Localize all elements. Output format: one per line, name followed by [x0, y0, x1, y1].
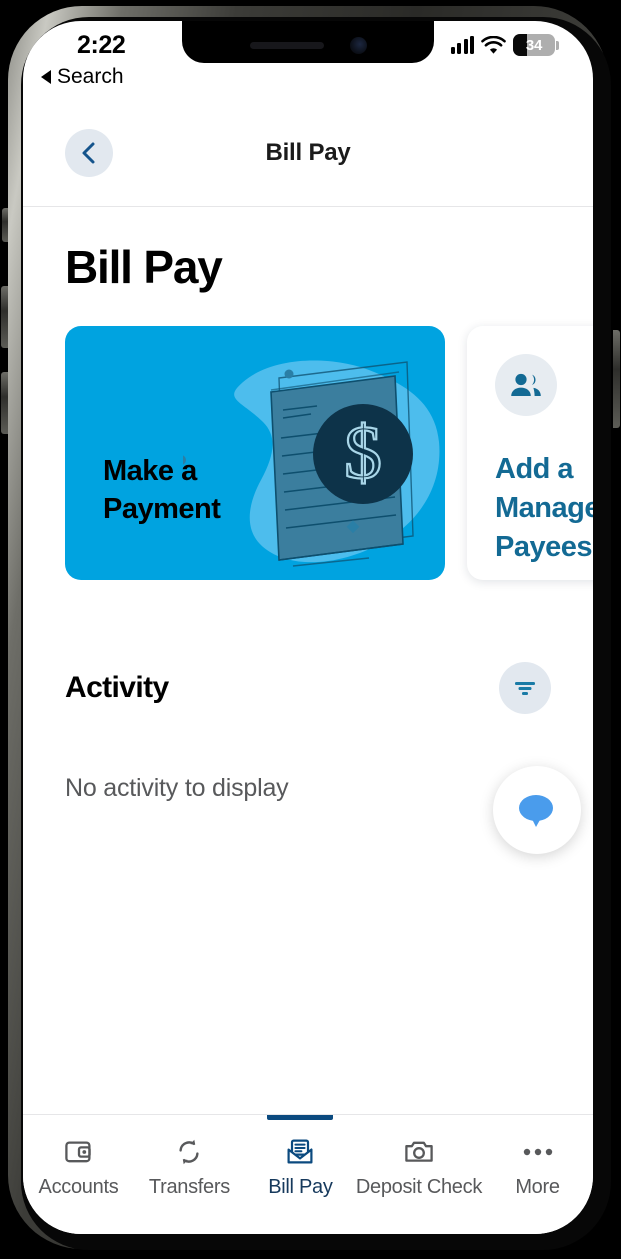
bottom-tab-bar: Accounts Transfers Bill Pay Deposit Chec… — [23, 1114, 593, 1234]
back-triangle-icon — [41, 70, 51, 84]
front-camera — [349, 36, 367, 54]
status-time: 2:22 — [77, 31, 126, 59]
tab-transfers-label: Transfers — [148, 1176, 230, 1198]
earpiece-speaker — [249, 41, 324, 49]
power-button[interactable] — [613, 330, 620, 428]
tab-more-label: More — [515, 1176, 560, 1198]
back-to-search-link[interactable]: Search — [41, 65, 124, 89]
filter-funnel-icon — [515, 682, 535, 695]
activity-title: Activity — [65, 671, 169, 704]
make-a-payment-card[interactable]: $ Make a Payment — [65, 326, 445, 580]
svg-text:$: $ — [344, 411, 382, 495]
wifi-icon — [481, 35, 506, 54]
phone-screen: 2:22 34 Search Bill Pay Bill Pay $ Make … — [23, 21, 593, 1234]
volume-down-button[interactable] — [1, 372, 8, 434]
manage-payees-card[interactable]: Add a Manage Payees — [467, 326, 593, 580]
battery-cap — [556, 40, 559, 50]
sync-arrows-icon — [175, 1137, 203, 1167]
back-to-search-label: Search — [57, 65, 124, 88]
device-notch — [182, 21, 434, 63]
tab-bill-pay[interactable]: Bill Pay — [245, 1115, 356, 1199]
chat-support-button[interactable] — [493, 766, 581, 854]
battery-percent-label: 34 — [525, 36, 543, 54]
activity-filter-button[interactable] — [499, 662, 551, 714]
make-a-payment-label: Make a Payment — [103, 455, 221, 526]
camera-icon — [404, 1137, 434, 1167]
volume-up-button[interactable] — [1, 286, 8, 348]
tab-deposit-check[interactable]: Deposit Check — [356, 1137, 482, 1199]
manage-payees-label: Add a Manage Payees — [495, 453, 593, 563]
payee-icon-circle — [495, 354, 557, 416]
envelope-document-icon — [286, 1137, 314, 1167]
nav-title: Bill Pay — [265, 139, 351, 166]
tab-transfers[interactable]: Transfers — [134, 1137, 245, 1199]
tab-bill-pay-label: Bill Pay — [268, 1176, 333, 1198]
tab-more[interactable]: More — [482, 1137, 593, 1199]
page-title: Bill Pay — [65, 241, 223, 293]
ellipsis-icon — [523, 1137, 553, 1167]
tab-deposit-check-label: Deposit Check — [355, 1176, 483, 1198]
page-content: Bill Pay $ Make a Payment Add a Manage P… — [23, 208, 593, 1114]
chat-bubble-icon — [519, 795, 553, 827]
tab-active-indicator — [267, 1115, 334, 1120]
invoice-document-dollar-illustration: $ — [183, 360, 440, 567]
activity-header: Activity — [65, 662, 551, 714]
app-nav-bar: Bill Pay — [23, 99, 593, 207]
action-card-carousel[interactable]: $ Make a Payment Add a Manage Payees — [23, 326, 593, 580]
silent-switch[interactable] — [2, 208, 8, 242]
tab-accounts[interactable]: Accounts — [23, 1137, 134, 1199]
people-group-icon — [511, 373, 541, 396]
cellular-bars-icon — [450, 36, 474, 54]
wallet-icon — [64, 1137, 92, 1167]
tab-accounts-label: Accounts — [38, 1176, 119, 1198]
status-indicators: 34 — [450, 34, 559, 56]
battery-icon: 34 — [513, 34, 555, 56]
